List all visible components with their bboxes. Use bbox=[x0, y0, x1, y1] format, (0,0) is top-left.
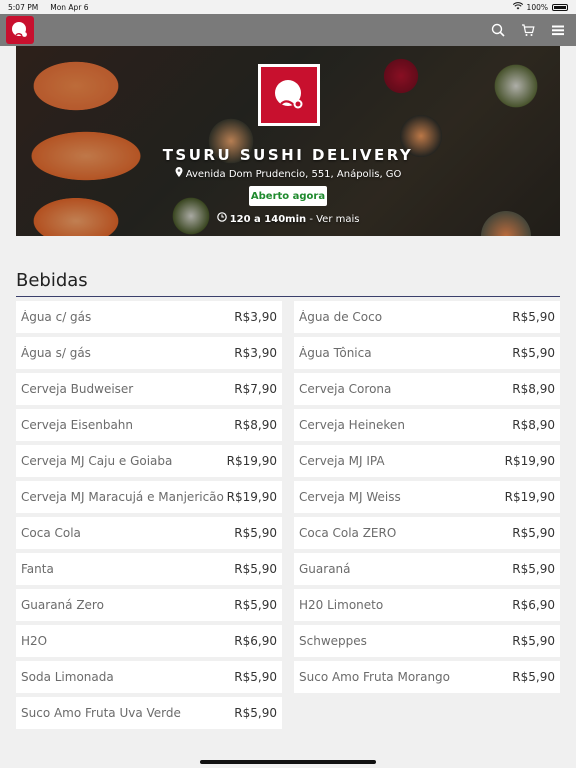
status-time: 5:07 PM bbox=[8, 2, 39, 12]
item-price: R$5,90 bbox=[234, 706, 277, 720]
item-price: R$5,90 bbox=[234, 562, 277, 576]
item-price: R$5,90 bbox=[512, 310, 555, 324]
item-name: Soda Limonada bbox=[21, 670, 114, 684]
restaurant-name: TSURU SUSHI DELIVERY bbox=[162, 146, 414, 164]
restaurant-logo bbox=[258, 64, 320, 126]
item-name: Água s/ gás bbox=[21, 346, 91, 360]
menu-item[interactable]: H2O R$6,90 bbox=[16, 625, 282, 657]
menu-item[interactable]: Guaraná Zero R$5,90 bbox=[16, 589, 282, 621]
item-price: R$5,90 bbox=[234, 670, 277, 684]
item-name: Água de Coco bbox=[299, 310, 383, 324]
menu-item[interactable]: Suco Amo Fruta Morango R$5,90 bbox=[294, 661, 560, 693]
item-name: Cerveja Eisenbahn bbox=[21, 418, 134, 432]
category-divider bbox=[16, 296, 560, 297]
menu-item[interactable]: Água de Coco R$5,90 bbox=[294, 301, 560, 333]
menu-item[interactable]: Suco Amo Fruta Uva Verde R$5,90 bbox=[16, 697, 282, 729]
item-price: R$8,90 bbox=[234, 418, 277, 432]
menu-item[interactable]: Cerveja Heineken R$8,90 bbox=[294, 409, 560, 441]
item-price: R$5,90 bbox=[512, 634, 555, 648]
menu-item[interactable]: Cerveja MJ Caju e Goiaba R$19,90 bbox=[16, 445, 282, 477]
battery-level: 100% bbox=[526, 2, 548, 12]
item-name: Cerveja MJ Weiss bbox=[299, 490, 401, 504]
status-bar: 5:07 PM Mon Apr 6 100% bbox=[0, 0, 576, 14]
address-text: Avenida Dom Prudencio, 551, Anápolis, GO bbox=[185, 169, 402, 180]
item-price: R$6,90 bbox=[234, 634, 277, 648]
item-price: R$5,90 bbox=[512, 526, 555, 540]
delivery-time-value: 120 a 140min bbox=[229, 214, 307, 225]
item-price: R$5,90 bbox=[234, 526, 277, 540]
menu-icon[interactable] bbox=[550, 22, 566, 38]
item-name: Suco Amo Fruta Morango bbox=[299, 670, 451, 684]
menu-item[interactable]: Cerveja MJ IPA R$19,90 bbox=[294, 445, 560, 477]
open-status-badge: Aberto agora bbox=[249, 186, 327, 206]
menu-item[interactable]: Coca Cola ZERO R$5,90 bbox=[294, 517, 560, 549]
restaurant-address: Avenida Dom Prudencio, 551, Anápolis, GO bbox=[16, 167, 560, 180]
menu-item[interactable]: H20 Limoneto R$6,90 bbox=[294, 589, 560, 621]
menu-item[interactable]: Soda Limonada R$5,90 bbox=[16, 661, 282, 693]
item-name: Suco Amo Fruta Uva Verde bbox=[21, 706, 181, 720]
item-name: Fanta bbox=[21, 562, 54, 576]
item-price: R$19,90 bbox=[504, 454, 555, 468]
item-name: Cerveja MJ Maracujá e Manjericão bbox=[21, 490, 224, 504]
item-name: Água c/ gás bbox=[21, 310, 92, 324]
location-pin-icon bbox=[175, 167, 186, 180]
restaurant-banner: TSURU SUSHI DELIVERY Avenida Dom Prudenc… bbox=[16, 46, 560, 236]
item-price: R$19,90 bbox=[504, 490, 555, 504]
category-title: Bebidas bbox=[16, 270, 88, 291]
item-price: R$3,90 bbox=[234, 310, 277, 324]
delivery-time[interactable]: 120 a 140min - Ver mais bbox=[16, 212, 560, 225]
item-name: Coca Cola bbox=[21, 526, 81, 540]
home-indicator bbox=[200, 760, 376, 764]
battery-icon bbox=[552, 3, 568, 11]
logo-icon[interactable] bbox=[6, 16, 34, 44]
menu-item[interactable]: Schweppes R$5,90 bbox=[294, 625, 560, 657]
menu-item[interactable]: Cerveja Eisenbahn R$8,90 bbox=[16, 409, 282, 441]
see-more-link[interactable]: - Ver mais bbox=[309, 214, 359, 225]
menu-item[interactable]: Coca Cola R$5,90 bbox=[16, 517, 282, 549]
item-price: R$19,90 bbox=[226, 490, 277, 504]
item-price: R$6,90 bbox=[512, 598, 555, 612]
menu-item[interactable]: Guaraná R$5,90 bbox=[294, 553, 560, 585]
item-price: R$8,90 bbox=[512, 418, 555, 432]
item-price: R$19,90 bbox=[226, 454, 277, 468]
item-price: R$3,90 bbox=[234, 346, 277, 360]
menu-item[interactable]: Água s/ gás R$3,90 bbox=[16, 337, 282, 369]
item-name: Cerveja MJ Caju e Goiaba bbox=[21, 454, 173, 468]
item-price: R$5,90 bbox=[512, 346, 555, 360]
status-date: Mon Apr 6 bbox=[50, 2, 89, 12]
item-price: R$7,90 bbox=[234, 382, 277, 396]
item-name: Cerveja MJ IPA bbox=[299, 454, 385, 468]
menu-item[interactable]: Fanta R$5,90 bbox=[16, 553, 282, 585]
top-navbar bbox=[0, 14, 576, 46]
menu-item[interactable]: Cerveja MJ Weiss R$19,90 bbox=[294, 481, 560, 513]
item-name: H2O bbox=[21, 634, 48, 648]
menu-items-grid: Água c/ gás R$3,90 Água de Coco R$5,90 Águ… bbox=[16, 301, 560, 729]
item-name: H20 Limoneto bbox=[299, 598, 384, 612]
item-name: Cerveja Corona bbox=[299, 382, 392, 396]
clock-icon bbox=[216, 212, 230, 225]
item-name: Cerveja Budweiser bbox=[21, 382, 134, 396]
item-price: R$5,90 bbox=[512, 670, 555, 684]
item-price: R$5,90 bbox=[512, 562, 555, 576]
item-price: R$5,90 bbox=[234, 598, 277, 612]
menu-item[interactable]: Cerveja MJ Maracujá e Manjericão R$19,90 bbox=[16, 481, 282, 513]
item-name: Schweppes bbox=[299, 634, 367, 648]
item-price: R$8,90 bbox=[512, 382, 555, 396]
item-name: Coca Cola ZERO bbox=[299, 526, 397, 540]
search-icon[interactable] bbox=[490, 22, 506, 38]
item-name: Água Tônica bbox=[299, 346, 372, 360]
wifi-icon bbox=[512, 2, 523, 12]
item-name: Guaraná bbox=[299, 562, 351, 576]
cart-icon[interactable] bbox=[520, 22, 536, 38]
menu-item[interactable]: Cerveja Budweiser R$7,90 bbox=[16, 373, 282, 405]
item-name: Guaraná Zero bbox=[21, 598, 104, 612]
menu-item[interactable]: Água c/ gás R$3,90 bbox=[16, 301, 282, 333]
item-name: Cerveja Heineken bbox=[299, 418, 405, 432]
menu-item[interactable]: Cerveja Corona R$8,90 bbox=[294, 373, 560, 405]
menu-item[interactable]: Água Tônica R$5,90 bbox=[294, 337, 560, 369]
